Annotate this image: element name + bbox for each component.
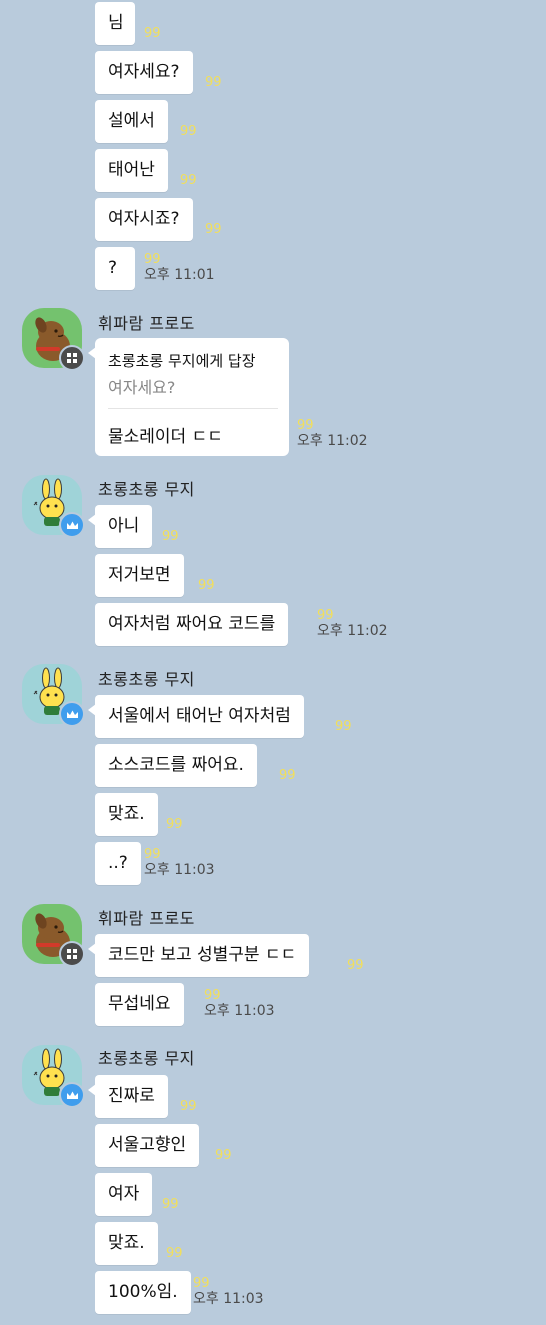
message-meta: 99 [162,530,179,544]
quoted-message[interactable]: 여자세요? [108,374,175,398]
sender-name: 휘파람 프로도 [98,909,195,928]
message-bubble[interactable]: 여자처럼 짜어요 코드를 [95,603,289,646]
message-bubble[interactable]: 여자 [95,1173,153,1216]
message-meta: 99 [180,1100,197,1114]
message-bubble[interactable]: 여자시죠? [95,198,193,241]
message-meta: 99 [166,818,183,832]
unread-count: 99 [204,988,221,1003]
unread-count: 99 [162,1197,179,1212]
message-meta: 99 오후 11:03 [193,1277,264,1308]
message-bubble[interactable]: 서울에서 태어난 여자처럼 [88,695,304,738]
message-time: 오후 11:03 [144,862,215,878]
message-meta: 99 [166,1247,183,1261]
sender-name: 초롱초롱 무지 [98,1049,195,1068]
message-meta: 99 [215,1149,232,1163]
message-time: 오후 11:03 [193,1291,264,1307]
message-bubble[interactable]: ? [95,247,135,290]
message-meta: 99 오후 11:02 [317,609,388,640]
message-meta: 99 [180,174,197,188]
message-meta: 99 [180,125,197,139]
muzi-avatar[interactable] [22,664,85,727]
unread-count: 99 [193,1276,210,1291]
message-bubble[interactable]: 무섭네요 [95,983,184,1026]
unread-count: 99 [144,26,161,41]
reply-divider [108,408,278,409]
message-time: 오후 11:02 [297,433,368,449]
unread-count: 99 [215,1148,232,1163]
crown-icon [59,1082,85,1108]
unread-count: 99 [205,222,222,237]
sender-name: 초롱초롱 무지 [98,480,195,499]
sender-name: 초롱초롱 무지 [98,670,195,689]
manager-badge-icon [59,941,85,967]
message-meta: 99 오후 11:03 [204,989,275,1020]
message-time: 오후 11:02 [317,623,388,639]
muzi-avatar[interactable] [22,1045,85,1108]
message-bubble[interactable]: 아니 [87,505,153,548]
crown-icon [59,512,85,538]
message-meta: 99 [335,720,352,734]
message-bubble[interactable]: 저거보면 [95,554,184,597]
unread-count: 99 [162,529,179,544]
unread-count: 99 [180,124,197,139]
message-meta: 99 [279,769,296,783]
frodo-avatar[interactable] [22,308,85,371]
message-bubble[interactable]: 맞죠. [95,1222,158,1265]
message-bubble[interactable]: 태어난 [95,149,168,192]
frodo-avatar[interactable] [22,904,85,967]
sender-name: 휘파람 프로도 [98,314,195,333]
message-meta: 99 오후 11:01 [144,253,215,284]
message-bubble[interactable]: 님 [95,2,135,45]
reply-message-bubble[interactable]: 초롱초롱 무지에게 답장 여자세요? 물소레이더 ㄷㄷ [88,338,289,456]
message-meta: 99 오후 11:03 [144,848,215,879]
unread-count: 99 [144,847,161,862]
reply-header: 초롱초롱 무지에게 답장 [108,352,256,370]
message-meta: 99 [162,1198,179,1212]
message-meta: 99 [144,27,161,41]
unread-count: 99 [198,578,215,593]
message-bubble[interactable]: 코드만 보고 성별구분 ㄷㄷ [87,934,310,977]
message-bubble[interactable]: 진짜로 [88,1075,168,1118]
message-bubble[interactable]: 100%임. [95,1271,191,1314]
muzi-avatar[interactable] [22,475,85,538]
message-time: 오후 11:01 [144,267,215,283]
message-bubble[interactable]: 여자세요? [95,51,193,94]
message-meta: 99 [347,959,364,973]
message-meta: 99 [198,579,215,593]
unread-count: 99 [297,418,314,433]
message-bubble[interactable]: 서울고향인 [95,1124,200,1167]
message-meta: 99 오후 11:02 [297,419,368,450]
unread-count: 99 [144,252,161,267]
crown-icon [59,701,85,727]
unread-count: 99 [166,1246,183,1261]
manager-badge-icon [59,345,85,371]
unread-count: 99 [180,173,197,188]
message-bubble[interactable]: 설에서 [95,100,168,143]
unread-count: 99 [205,75,222,90]
reply-text: 물소레이더 ㄷㄷ [108,427,223,447]
message-meta: 99 [205,76,222,90]
unread-count: 99 [180,1099,197,1114]
unread-count: 99 [347,958,364,973]
message-meta: 99 [205,223,222,237]
message-time: 오후 11:03 [204,1003,275,1019]
unread-count: 99 [317,608,334,623]
unread-count: 99 [166,817,183,832]
unread-count: 99 [335,719,352,734]
message-bubble[interactable]: 맞죠. [95,793,158,836]
message-bubble[interactable]: ..? [95,842,141,885]
unread-count: 99 [279,768,296,783]
message-bubble[interactable]: 소스코드를 짜어요. [95,744,257,787]
